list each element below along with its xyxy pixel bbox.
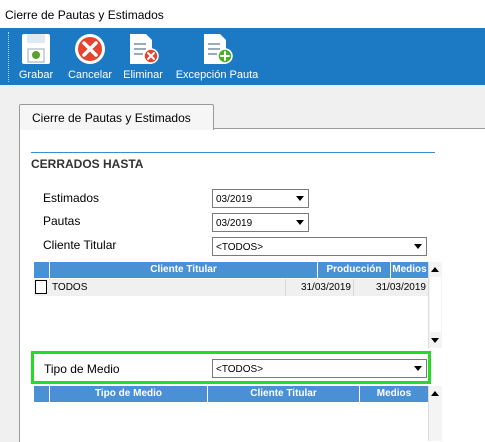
toolbar: Grabar Cancelar Eliminar Excepción Pauta [0, 28, 485, 85]
row-header-corner [34, 262, 50, 278]
clientes-grid: Cliente Titular Producción Medios TODOS … [34, 262, 428, 348]
cliente-titular-label: Cliente Titular [43, 238, 117, 252]
cell-cliente: TODOS [50, 279, 286, 296]
title-bar: Cierre de Pautas y Estimados [0, 0, 485, 28]
clientes-grid-scrollbar[interactable] [428, 262, 442, 348]
window-title: Cierre de Pautas y Estimados [5, 8, 164, 22]
pautas-select[interactable]: 03/2019 [212, 213, 309, 232]
column-header[interactable]: Medios [360, 386, 428, 402]
column-header[interactable]: Producción [318, 262, 391, 278]
delete-document-icon [130, 34, 159, 64]
medios-grid: Tipo de Medio Cliente Titular Medios [34, 386, 428, 441]
delete-button[interactable]: Eliminar [122, 32, 164, 82]
delete-button-label: Eliminar [123, 69, 163, 81]
pautas-label: Pautas [43, 214, 81, 228]
save-button[interactable]: Grabar [16, 32, 56, 82]
tipo-medio-value: <TODOS> [216, 364, 264, 375]
toolbar-separator [8, 32, 10, 82]
column-header[interactable]: Cliente Titular [208, 386, 360, 402]
scroll-thumb[interactable] [430, 277, 441, 332]
exception-button-label: Excepción Pauta [175, 69, 259, 81]
scroll-up-button[interactable] [429, 386, 442, 400]
column-header[interactable]: Medios [391, 262, 428, 278]
tab-cierre[interactable]: Cierre de Pautas y Estimados [19, 104, 214, 130]
exception-button[interactable]: Excepción Pauta [174, 32, 260, 82]
chevron-down-icon [414, 244, 422, 249]
chevron-up-icon [431, 391, 439, 396]
cancel-icon [75, 34, 105, 64]
chevron-down-icon [296, 196, 304, 201]
table-row[interactable]: TODOS 31/03/2019 31/03/2019 [34, 279, 428, 296]
pautas-value: 03/2019 [216, 218, 253, 229]
cliente-titular-value: <TODOS> [216, 242, 264, 253]
estimados-label: Estimados [43, 191, 100, 205]
tipo-medio-select[interactable]: <TODOS> [212, 359, 427, 378]
column-header[interactable]: Cliente Titular [50, 262, 318, 278]
cell-produccion: 31/03/2019 [286, 279, 354, 296]
save-icon [22, 34, 50, 64]
cancel-button-label: Cancelar [67, 69, 113, 81]
chevron-down-icon [296, 220, 304, 225]
save-button-label: Grabar [18, 69, 54, 81]
cancel-button[interactable]: Cancelar [66, 32, 114, 82]
add-document-icon [204, 34, 233, 64]
cliente-titular-select[interactable]: <TODOS> [212, 237, 427, 256]
estimados-select[interactable]: 03/2019 [212, 189, 309, 208]
medios-grid-scrollbar[interactable] [428, 386, 442, 441]
section-title: CERRADOS HASTA [31, 157, 144, 171]
column-header[interactable]: Tipo de Medio [50, 386, 208, 402]
chevron-down-icon [431, 338, 439, 343]
cell-medios: 31/03/2019 [375, 282, 426, 293]
chevron-down-icon [414, 366, 422, 371]
row-header-corner [34, 386, 50, 402]
tipo-medio-label: Tipo de Medio [44, 362, 120, 376]
scroll-down-button[interactable] [429, 334, 442, 348]
chevron-up-icon [431, 267, 439, 272]
row-selector[interactable] [35, 280, 47, 294]
scroll-up-button[interactable] [429, 262, 442, 276]
tab-label: Cierre de Pautas y Estimados [32, 111, 191, 125]
section-divider [31, 152, 435, 153]
estimados-value: 03/2019 [216, 194, 253, 205]
